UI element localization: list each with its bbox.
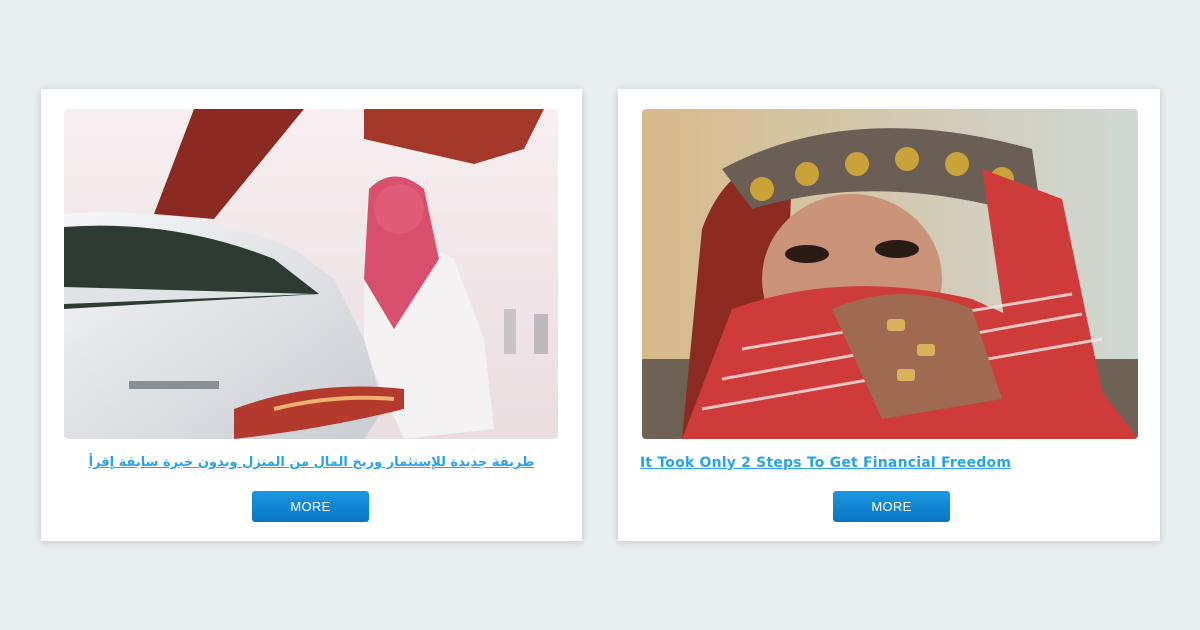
more-button[interactable]: MORE — [252, 491, 369, 522]
ad-image-woman-headdress[interactable] — [642, 109, 1138, 439]
car-man-illustration — [64, 109, 558, 439]
ad-image-car-man[interactable] — [64, 109, 558, 439]
ad-card-2[interactable]: It Took Only 2 Steps To Get Financial Fr… — [618, 89, 1160, 541]
woman-headdress-illustration — [642, 109, 1138, 439]
ad-headline-arabic[interactable]: طريقة جديدة للإستثمار وربح المال من المن… — [41, 455, 582, 470]
more-button[interactable]: MORE — [833, 491, 950, 522]
ad-card-1[interactable]: طريقة جديدة للإستثمار وربح المال من المن… — [41, 89, 582, 541]
ad-headline-english[interactable]: It Took Only 2 Steps To Get Financial Fr… — [640, 455, 1182, 471]
